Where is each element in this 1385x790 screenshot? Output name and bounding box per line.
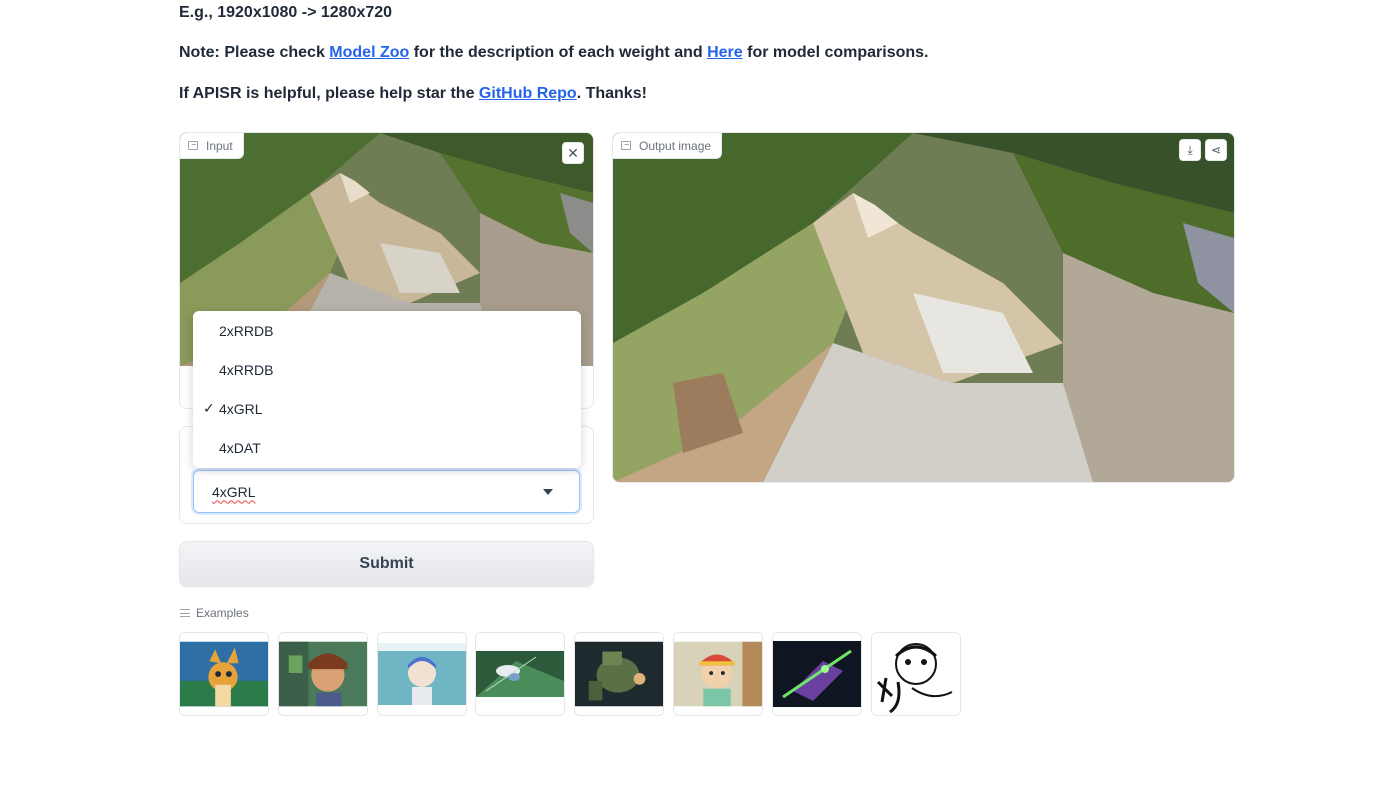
example-thumbnail[interactable] [871,632,961,716]
submit-button[interactable]: Submit [179,541,594,587]
examples-label-text: Examples [196,606,249,620]
star-text-post: . Thanks! [576,85,647,102]
note-text-mid: for the description of each weight and [409,44,708,61]
example-thumbnail[interactable] [772,632,862,716]
download-icon: ⤓ [1187,142,1193,157]
note-text-post: for model comparisons. [742,44,929,61]
resolution-example-text: E.g., 1920x1080 -> 1280x720 [179,4,393,21]
example-thumbnail[interactable] [574,632,664,716]
image-icon [188,141,198,150]
examples-label: Examples [180,606,249,620]
model-dropdown-value: 4xGRL [212,483,256,500]
download-button[interactable]: ⤓ [1179,139,1201,161]
comparison-link[interactable]: Here [707,44,743,61]
example-thumbnail[interactable] [377,632,467,716]
star-text-pre: If APISR is helpful, please help star th… [179,85,479,102]
input-label: Input [180,133,244,159]
output-label: Output image [613,133,723,159]
output-image-panel: Output image ⤓ ⋖ [612,132,1235,483]
option-4xgrl[interactable]: ✓ 4xGRL [193,389,581,428]
share-icon: ⋖ [1210,143,1222,157]
model-zoo-link[interactable]: Model Zoo [329,44,409,61]
model-options-list: 2xRRDB 4xRRDB ✓ 4xGRL 4xDAT [193,311,581,468]
option-label: 4xDAT [219,439,261,456]
option-4xdat[interactable]: 4xDAT [193,428,581,467]
list-icon [180,609,190,617]
output-label-text: Output image [639,138,712,153]
image-icon [621,141,631,150]
option-2xrrdb[interactable]: 2xRRDB [193,311,581,350]
output-image [613,133,1234,482]
option-label: 4xRRDB [219,361,274,378]
example-thumbnail[interactable] [475,632,565,716]
close-icon: ✕ [567,144,579,161]
clear-image-button[interactable]: ✕ [562,142,584,164]
option-label: 2xRRDB [219,322,274,339]
model-note: Note: Please check Model Zoo for the des… [179,42,928,64]
chevron-down-icon[interactable] [543,489,553,495]
option-4xrrdb[interactable]: 4xRRDB [193,350,581,389]
example-thumbnail[interactable] [278,632,368,716]
input-label-text: Input [206,138,233,153]
example-thumbnail[interactable] [673,632,763,716]
share-button[interactable]: ⋖ [1205,139,1227,161]
check-icon: ✓ [203,400,215,416]
option-label: 4xGRL [219,400,263,417]
example-thumbnail[interactable] [179,632,269,716]
note-text-pre: Note: Please check [179,44,330,61]
model-dropdown[interactable]: 4xGRL [193,470,580,513]
resolution-example: E.g., 1920x1080 -> 1280x720 [179,2,392,24]
github-repo-link[interactable]: GitHub Repo [479,85,577,102]
star-request: If APISR is helpful, please help star th… [179,83,647,105]
